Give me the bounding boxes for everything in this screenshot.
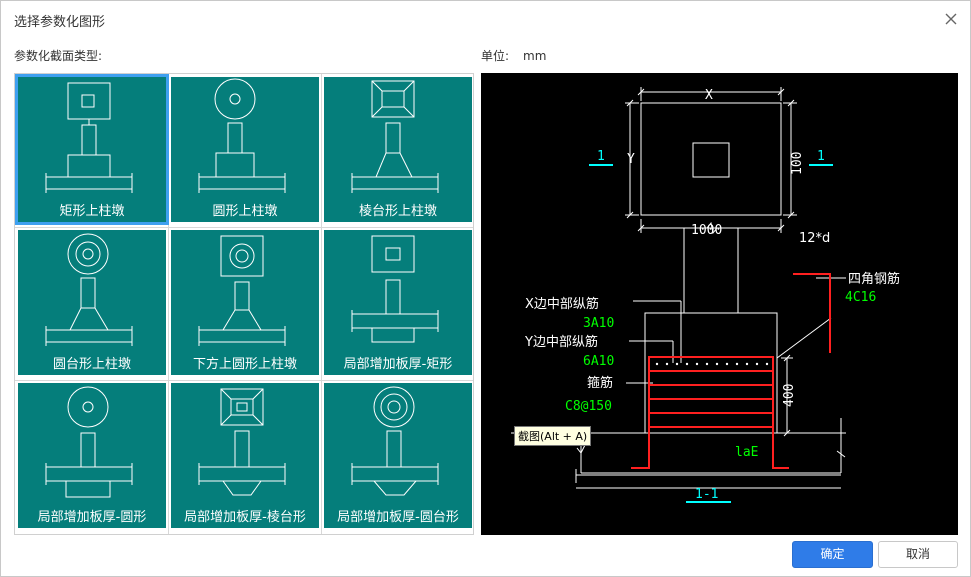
corner-bar-size: 12*d — [799, 231, 830, 246]
section-mark-right: 1 — [817, 149, 825, 164]
dim-100-label: 100 — [790, 152, 805, 175]
tile-rect-column-pier[interactable]: 矩形上柱墩 — [15, 74, 169, 225]
corner-bar-value: 4C16 — [845, 290, 876, 305]
unit-value: mm — [523, 49, 547, 63]
screenshot-tooltip: 截图(Alt + A) — [514, 426, 592, 446]
tile-label: 局部增加板厚-圆形 — [37, 510, 147, 525]
section-type-label: 参数化截面类型: — [14, 49, 103, 63]
stirrup-value: C8@150 — [565, 399, 612, 414]
tile-label: 局部增加板厚-圆台形 — [337, 510, 459, 525]
tile-local-thickening-round-frustum[interactable]: 局部增加板厚-圆台形 — [324, 383, 472, 528]
unit-readout: 单位: mm — [481, 47, 546, 64]
dim-1000-label: 1000 — [691, 223, 722, 238]
shape-type-grid: 矩形上柱墩 圆形上柱墩 棱台形上柱墩 圆台形上柱墩 下方上圆形上柱墩 局部增加板… — [14, 73, 474, 535]
tile-frustum-column-pier[interactable]: 棱台形上柱墩 — [324, 77, 472, 222]
tile-label: 局部增加板厚-矩形 — [343, 357, 453, 372]
height-dim-label: 400 — [782, 384, 797, 407]
x-mid-bar-title: X边中部纵筋 — [525, 296, 599, 312]
lae-label: laE — [735, 445, 758, 460]
stirrup-title: 箍筋 — [587, 375, 613, 391]
tile-label: 局部增加板厚-棱台形 — [184, 510, 306, 525]
tile-label: 棱台形上柱墩 — [358, 204, 437, 219]
unit-label: 单位: — [481, 49, 510, 63]
tile-label: 圆形上柱墩 — [212, 204, 278, 219]
section-preview-canvas: X Y 1000 100 400 1 1 1-1 12*d 四角钢筋 X边中部纵… — [481, 73, 958, 535]
tile-local-thickening-frustum[interactable]: 局部增加板厚-棱台形 — [171, 383, 319, 528]
tile-round-column-pier[interactable]: 圆形上柱墩 — [171, 77, 319, 222]
pier-section-drawing: X Y 1000 100 400 1 1 1-1 12*d 四角钢筋 X边中部纵… — [511, 87, 900, 503]
x-mid-bar-value: 3A10 — [583, 316, 614, 331]
section-name: 1-1 — [695, 487, 718, 502]
dim-x-label: X — [705, 88, 713, 103]
tile-label: 下方上圆形上柱墩 — [192, 357, 297, 372]
corner-bar-title: 四角钢筋 — [848, 271, 900, 287]
parametric-shape-dialog: 选择参数化图形 参数化截面类型: 单位: mm 矩形上柱墩 圆形上柱墩 棱台形上… — [0, 0, 971, 577]
tile-label: 圆台形上柱墩 — [52, 357, 131, 372]
cancel-button[interactable]: 取消 — [878, 541, 958, 568]
tile-label: 矩形上柱墩 — [59, 204, 125, 219]
y-mid-bar-value: 6A10 — [583, 354, 614, 369]
tile-local-thickening-rect[interactable]: 局部增加板厚-矩形 — [324, 230, 472, 375]
section-mark-left: 1 — [597, 149, 605, 164]
tile-round-frustum-column-pier[interactable]: 圆台形上柱墩 — [18, 230, 166, 375]
y-mid-bar-title: Y边中部纵筋 — [524, 334, 598, 350]
close-icon[interactable] — [941, 9, 961, 29]
tile-square-base-round-top-pier[interactable]: 下方上圆形上柱墩 — [171, 230, 319, 375]
tile-local-thickening-round[interactable]: 局部增加板厚-圆形 — [18, 383, 166, 528]
ok-button[interactable]: 确定 — [792, 541, 873, 568]
dim-y-label: Y — [627, 152, 635, 167]
dialog-title: 选择参数化图形 — [14, 15, 106, 30]
